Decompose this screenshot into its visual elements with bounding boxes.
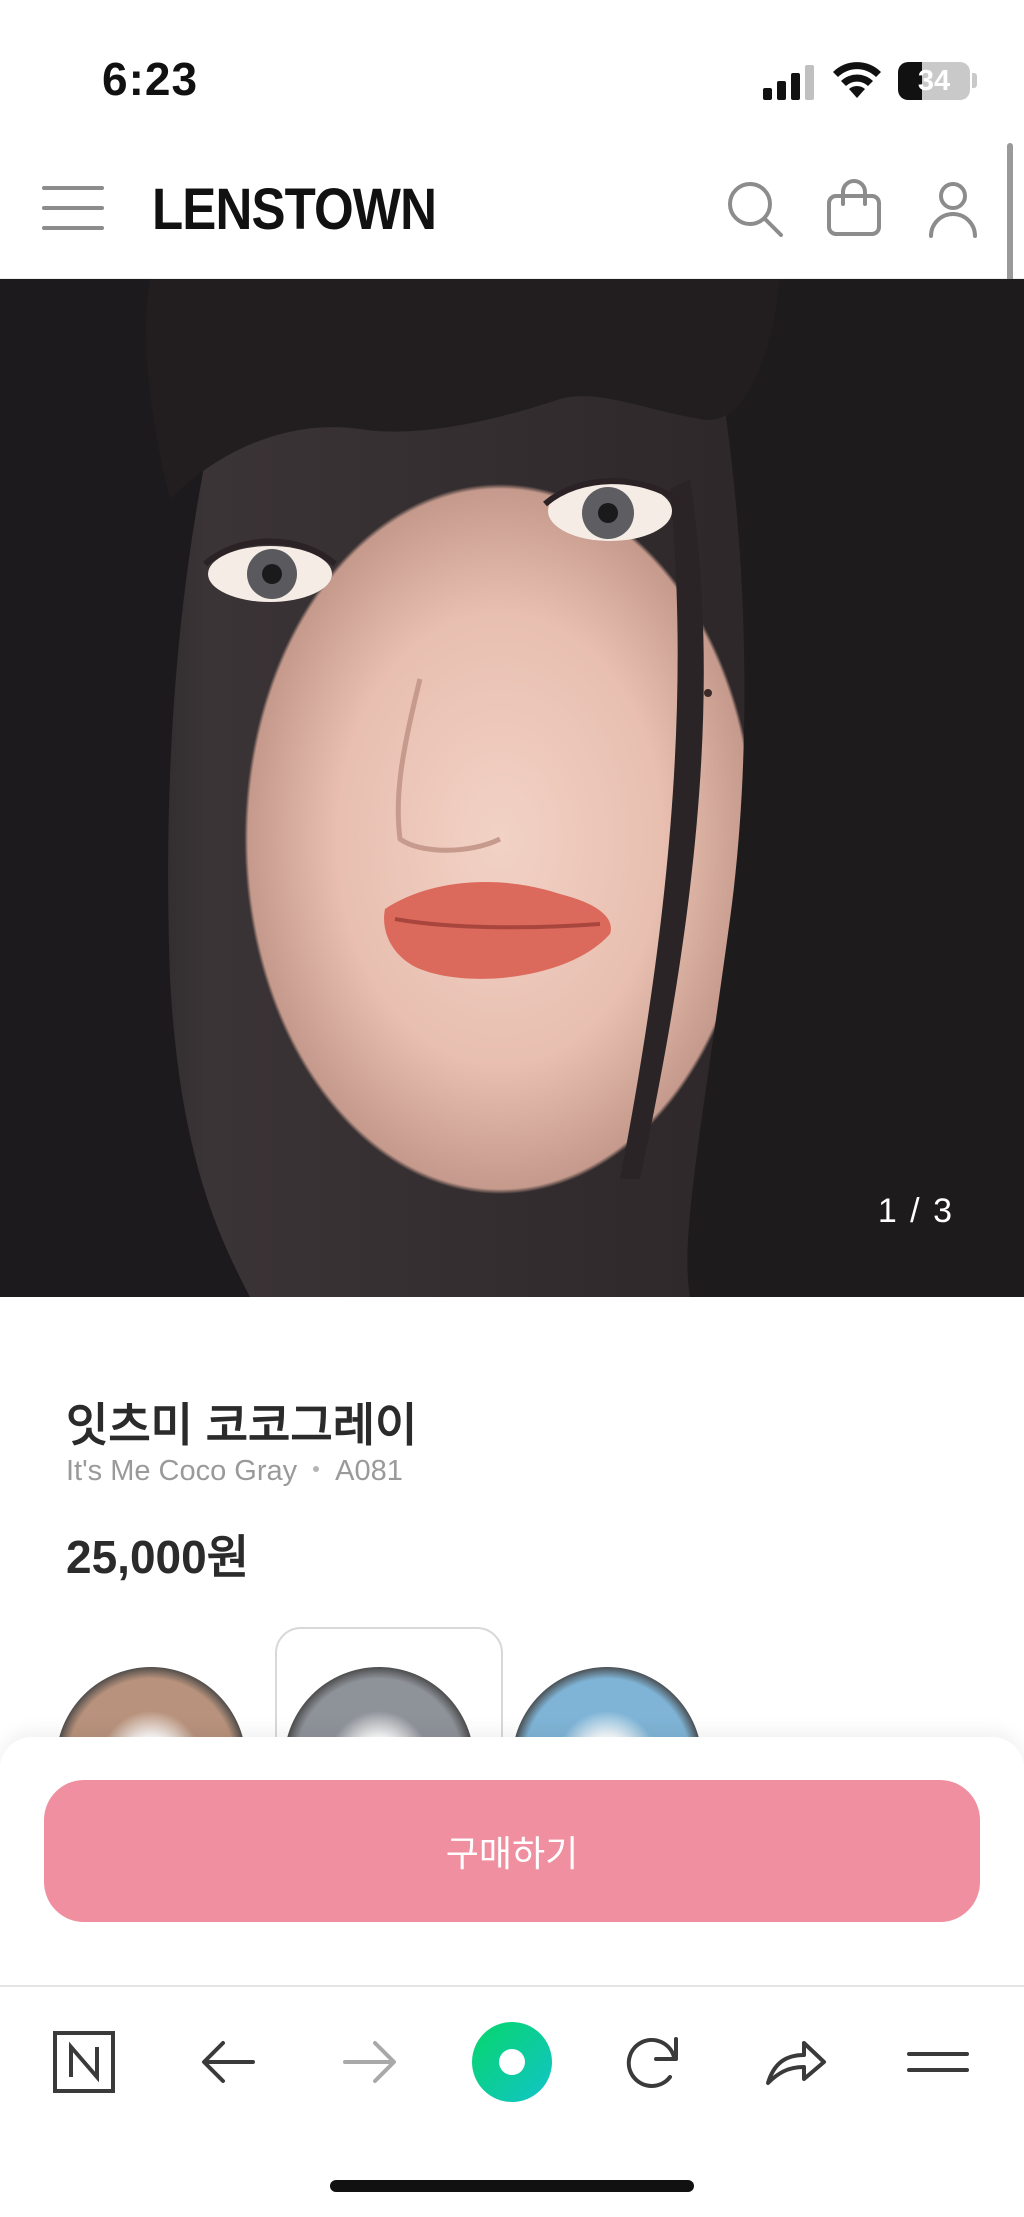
product-name: 잇츠미 코코그레이 [66,1399,418,1451]
search-icon[interactable] [724,178,786,240]
battery-percentage: 34 [917,65,951,97]
status-bar: 6:23 34 [0,0,1024,140]
green-home-icon[interactable] [467,2017,557,2107]
share-icon[interactable] [760,2027,830,2097]
product-price: 25,000원 [66,1531,250,1583]
reload-icon[interactable] [618,2027,688,2097]
color-swatch-list [0,1627,1024,1857]
brand-logo[interactable]: LENSTOWN [152,176,437,243]
back-arrow-icon[interactable] [193,2027,263,2097]
hamburger-menu-icon[interactable] [40,182,106,234]
product-hero-image[interactable]: 1 / 3 [0,279,1024,1297]
forward-arrow-icon[interactable] [335,2027,405,2097]
separator-dot [313,1466,320,1473]
home-indicator[interactable] [330,2180,694,2192]
status-time: 6:23 [102,53,199,105]
image-counter: 1 / 3 [877,1192,954,1230]
naver-n-icon[interactable] [49,2027,119,2097]
product-code: A081 [335,1455,403,1487]
menu-icon[interactable] [903,2027,973,2097]
product-subtitle: It's Me Coco Gray A081 [66,1455,403,1488]
model-portrait-image [0,279,1024,1297]
user-icon[interactable] [922,178,984,240]
site-header: LENSTOWN [0,140,1024,279]
battery-icon: 34 [898,62,970,100]
product-english-name: It's Me Coco Gray [66,1455,298,1487]
buy-button[interactable]: 구매하기 [44,1780,980,1922]
buy-bottom-sheet: 구매하기 [0,1737,1024,1985]
battery-tip [972,73,977,88]
cellular-signal-icon [763,64,817,100]
shopping-bag-icon[interactable] [823,178,885,240]
wifi-icon [833,62,881,98]
